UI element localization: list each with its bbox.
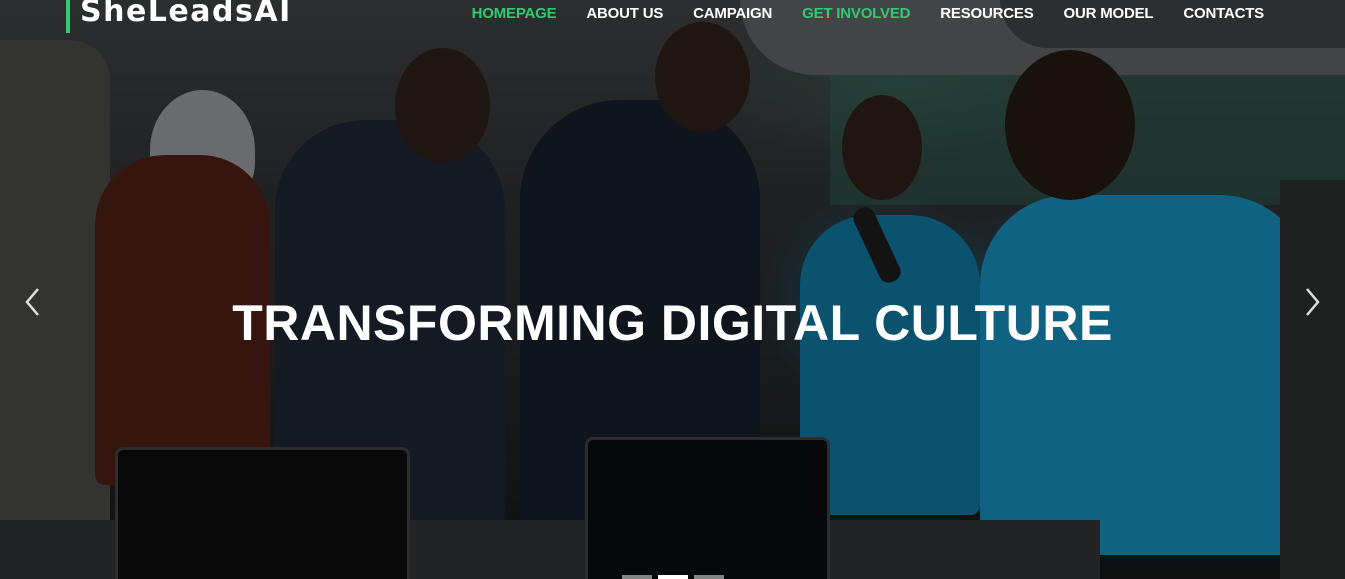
site-logo[interactable]: SheLeadsAI — [80, 0, 292, 29]
hero-dark-overlay — [0, 0, 1345, 579]
nav-item-get-involved[interactable]: GET INVOLVED — [787, 6, 925, 22]
carousel-indicators — [622, 575, 724, 579]
hero-carousel — [0, 0, 1345, 579]
nav-item-homepage[interactable]: HOMEPAGE — [457, 6, 572, 22]
nav-item-contacts[interactable]: CONTACTS — [1168, 6, 1279, 22]
nav-item-our-model[interactable]: OUR MODEL — [1049, 6, 1169, 22]
carousel-indicator-1[interactable] — [622, 575, 652, 579]
logo-accent-bar — [66, 0, 70, 33]
chevron-left-icon — [25, 288, 39, 316]
carousel-indicator-3[interactable] — [694, 575, 724, 579]
carousel-caption: TRANSFORMING DIGITAL CULTURE — [232, 295, 1113, 351]
nav-item-about-us[interactable]: ABOUT US — [571, 6, 678, 22]
carousel-next-button[interactable] — [1297, 284, 1327, 320]
main-nav: HOMEPAGE ABOUT US CAMPAIGN GET INVOLVED … — [457, 6, 1279, 22]
nav-item-resources[interactable]: RESOURCES — [925, 6, 1048, 22]
carousel-prev-button[interactable] — [18, 284, 48, 320]
nav-item-campaign[interactable]: CAMPAIGN — [678, 6, 787, 22]
chevron-right-icon — [1306, 288, 1320, 316]
carousel-indicator-2[interactable] — [658, 575, 688, 579]
